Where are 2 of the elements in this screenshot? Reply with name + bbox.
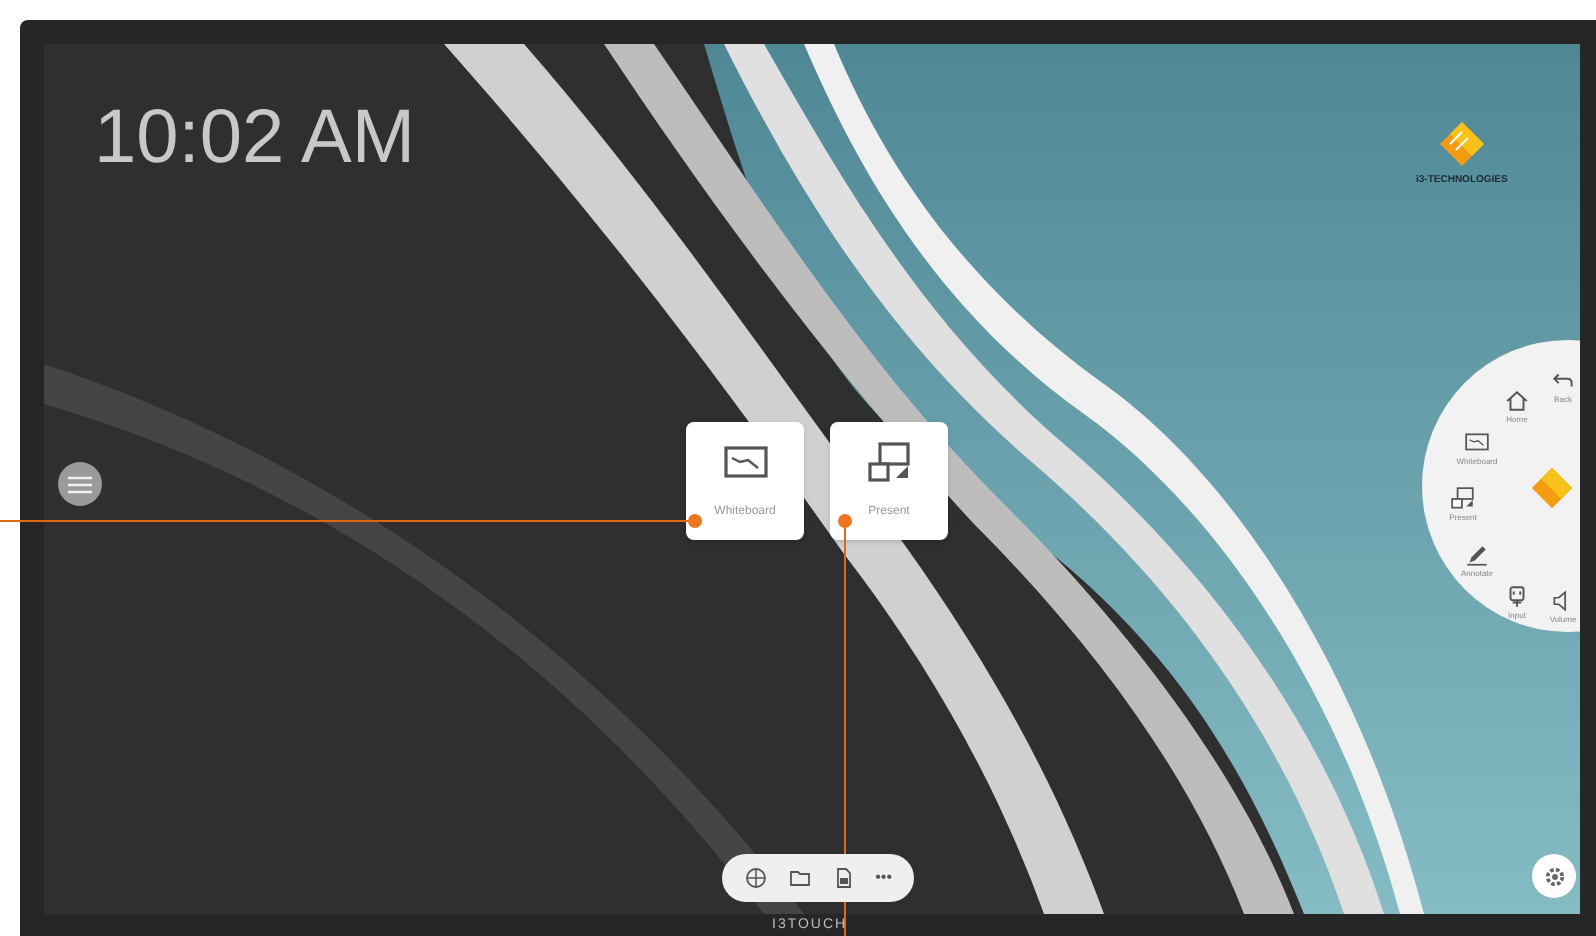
more-button[interactable]: ••• [875, 870, 893, 886]
clock-time: 10:02 AM [94, 100, 416, 176]
